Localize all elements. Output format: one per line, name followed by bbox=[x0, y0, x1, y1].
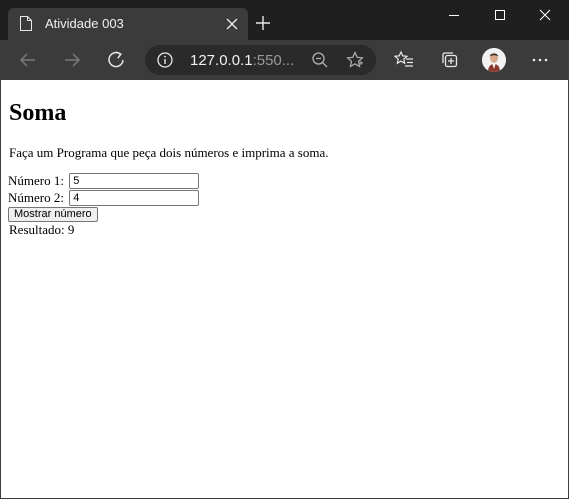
result-label: Resultado: bbox=[9, 222, 65, 237]
show-number-button[interactable]: Mostrar número bbox=[8, 207, 98, 222]
page-heading: Soma bbox=[9, 100, 67, 126]
number2-row: Número 2: 4 bbox=[8, 190, 200, 206]
more-icon[interactable] bbox=[530, 50, 550, 70]
new-tab-icon[interactable] bbox=[256, 16, 270, 30]
back-icon[interactable] bbox=[18, 50, 38, 70]
number1-input[interactable]: 5 bbox=[69, 173, 200, 189]
tab-title: Atividade 003 bbox=[45, 16, 124, 31]
description-text: Faça um Programa que peça dois números e… bbox=[9, 145, 329, 160]
browser-toolbar: 127.0.0.1:550... bbox=[0, 40, 569, 80]
info-icon[interactable] bbox=[157, 52, 173, 68]
url-port: :550... bbox=[252, 52, 295, 69]
url-host: 127.0.0.1 bbox=[190, 52, 253, 69]
refresh-icon[interactable] bbox=[106, 50, 126, 70]
title-bar: Atividade 003 bbox=[0, 0, 569, 40]
page-icon bbox=[20, 16, 32, 31]
collections-icon[interactable] bbox=[440, 50, 460, 70]
browser-tab[interactable]: Atividade 003 bbox=[8, 8, 248, 40]
favorites-icon[interactable] bbox=[394, 50, 414, 70]
number2-label: Número 2: bbox=[8, 190, 64, 205]
result-line: Resultado: 9 bbox=[9, 222, 74, 237]
forward-icon[interactable] bbox=[62, 50, 82, 70]
minimize-icon[interactable] bbox=[431, 0, 477, 30]
maximize-icon[interactable] bbox=[477, 0, 523, 30]
page-content: Soma Faça um Programa que peça dois núme… bbox=[0, 80, 569, 499]
number1-row: Número 1: 5 bbox=[8, 173, 200, 189]
result-value: 9 bbox=[67, 222, 75, 237]
close-tab-icon[interactable] bbox=[224, 16, 240, 32]
address-bar[interactable]: 127.0.0.1:550... bbox=[145, 45, 376, 75]
profile-avatar-icon bbox=[482, 48, 506, 72]
number2-input[interactable]: 4 bbox=[69, 190, 200, 206]
close-window-icon[interactable] bbox=[523, 0, 569, 30]
number1-label: Número 1: bbox=[8, 173, 64, 188]
star-icon[interactable] bbox=[346, 51, 364, 69]
zoom-out-icon[interactable] bbox=[311, 51, 329, 69]
profile-avatar[interactable] bbox=[482, 48, 506, 72]
url-text[interactable]: 127.0.0.1:550... bbox=[190, 52, 294, 69]
